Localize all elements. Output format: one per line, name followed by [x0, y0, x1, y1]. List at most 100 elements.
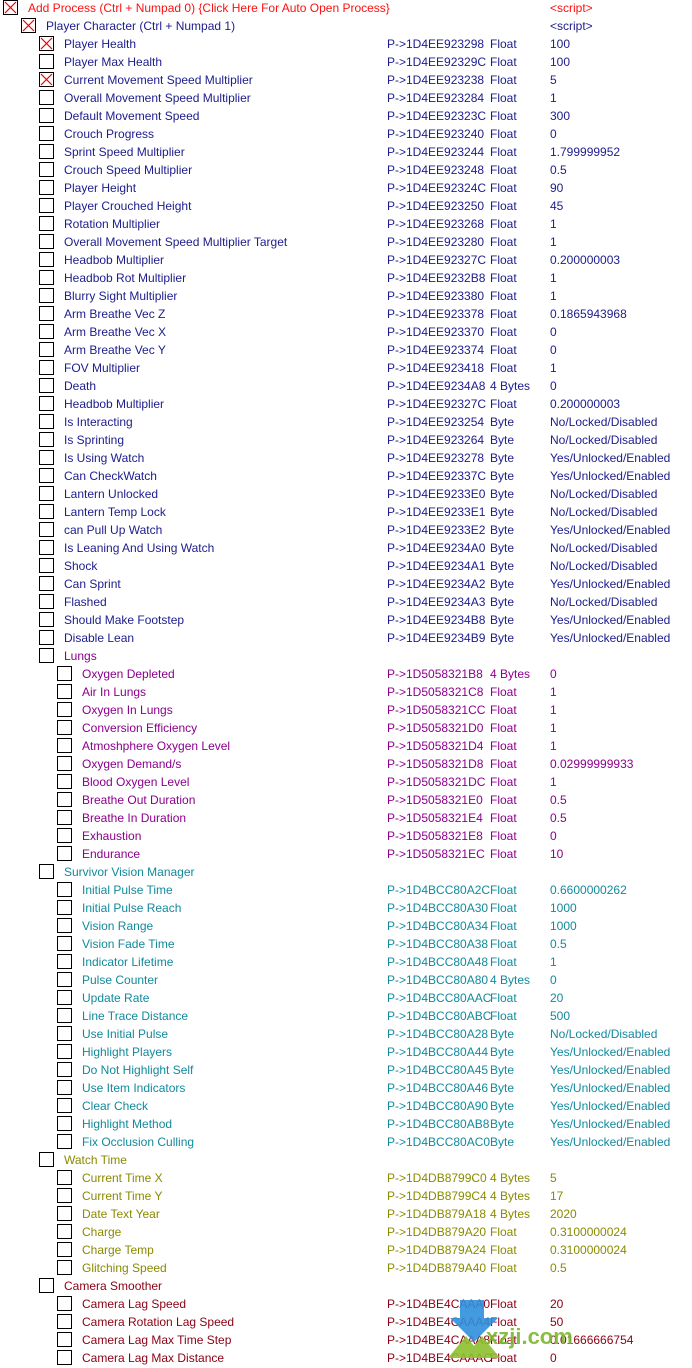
- table-row[interactable]: Highlight Players P->1D4BCC80A44 Byte Yes/U…: [0, 1043, 692, 1061]
- table-row[interactable]: Glitching Speed P->1D4DB879A40 Float 0.5: [0, 1259, 692, 1277]
- table-row[interactable]: Camera Smoother: [0, 1277, 692, 1295]
- table-row[interactable]: Player Character (Ctrl + Numpad 1) <scrip…: [0, 17, 692, 35]
- entry-value[interactable]: 0.02999999933: [550, 755, 633, 773]
- table-row[interactable]: Oxygen Depleted P->1D5058321B8 4 Bytes 0: [0, 665, 692, 683]
- table-row[interactable]: Crouch Speed Multiplier P->1D4EE923248 Flo…: [0, 161, 692, 179]
- checkbox[interactable]: [57, 810, 72, 825]
- checkbox[interactable]: [57, 972, 72, 987]
- entry-value[interactable]: Yes/Unlocked/Enabled: [550, 1115, 670, 1133]
- entry-value[interactable]: 0.5: [550, 161, 567, 179]
- entry-value[interactable]: 1: [550, 683, 557, 701]
- table-row[interactable]: Overall Movement Speed Multiplier Target…: [0, 233, 692, 251]
- entry-value[interactable]: 0: [550, 827, 557, 845]
- entry-value[interactable]: 1000: [550, 917, 577, 935]
- entry-value[interactable]: 0.200000003: [550, 251, 620, 269]
- table-row[interactable]: Pulse Counter P->1D4BCC80A80 4 Bytes 0: [0, 971, 692, 989]
- checkbox[interactable]: [57, 1260, 72, 1275]
- checkbox[interactable]: [39, 342, 54, 357]
- entry-value[interactable]: 1: [550, 89, 557, 107]
- table-row[interactable]: Disable Lean P->1D4EE9234B9 Byte Yes/Unlock…: [0, 629, 692, 647]
- checkbox[interactable]: [39, 270, 54, 285]
- checkbox[interactable]: [57, 1242, 72, 1257]
- table-row[interactable]: Sprint Speed Multiplier P->1D4EE923244 Flo…: [0, 143, 692, 161]
- checkbox[interactable]: [57, 702, 72, 717]
- entry-value[interactable]: 0: [550, 665, 557, 683]
- entry-value[interactable]: 500: [550, 1007, 570, 1025]
- entry-value[interactable]: 100: [550, 35, 570, 53]
- checkbox[interactable]: [39, 306, 54, 321]
- entry-value[interactable]: 50: [550, 1313, 563, 1331]
- table-row[interactable]: can Pull Up Watch P->1D4EE9233E2 Byte Yes/U…: [0, 521, 692, 539]
- checkbox[interactable]: [39, 540, 54, 555]
- entry-value[interactable]: No/Locked/Disabled: [550, 557, 657, 575]
- checkbox[interactable]: [39, 612, 54, 627]
- table-row[interactable]: Vision Fade Time P->1D4BCC80A38 Float 0.5: [0, 935, 692, 953]
- checkbox[interactable]: [57, 1314, 72, 1329]
- table-row[interactable]: Camera Lag Max Time Step P->1D4BE4CAAA8 Fl…: [0, 1331, 692, 1349]
- entry-value[interactable]: No/Locked/Disabled: [550, 503, 657, 521]
- table-row[interactable]: Lungs: [0, 647, 692, 665]
- entry-value[interactable]: 20: [550, 1295, 563, 1313]
- table-row[interactable]: Survivor Vision Manager: [0, 863, 692, 881]
- checkbox[interactable]: [57, 1008, 72, 1023]
- checkbox[interactable]: [39, 324, 54, 339]
- entry-value[interactable]: Yes/Unlocked/Enabled: [550, 611, 670, 629]
- entry-value[interactable]: No/Locked/Disabled: [550, 485, 657, 503]
- entry-value[interactable]: 20: [550, 989, 563, 1007]
- entry-value[interactable]: 17: [550, 1187, 563, 1205]
- table-row[interactable]: Blood Oxygen Level P->1D5058321DC Float 1: [0, 773, 692, 791]
- checkbox[interactable]: [57, 846, 72, 861]
- entry-value[interactable]: 1: [550, 737, 557, 755]
- table-row[interactable]: Headbob Multiplier P->1D4EE92327C Float 0.2…: [0, 251, 692, 269]
- table-row[interactable]: Arm Breathe Vec Y P->1D4EE923374 Float 0: [0, 341, 692, 359]
- checkbox[interactable]: [39, 360, 54, 375]
- table-row[interactable]: Current Time Y P->1D4DB8799C4 4 Bytes 17: [0, 1187, 692, 1205]
- entry-value[interactable]: 1: [550, 215, 557, 233]
- checkbox[interactable]: [57, 1098, 72, 1113]
- entry-value[interactable]: 1: [550, 719, 557, 737]
- checkbox[interactable]: [39, 468, 54, 483]
- table-row[interactable]: Lantern Temp Lock P->1D4EE9233E1 Byte No/Lo…: [0, 503, 692, 521]
- table-row[interactable]: Is Leaning And Using Watch P->1D4EE9234A0…: [0, 539, 692, 557]
- checkbox[interactable]: [39, 576, 54, 591]
- entry-value[interactable]: Yes/Unlocked/Enabled: [550, 1061, 670, 1079]
- entry-value[interactable]: 2020: [550, 1205, 577, 1223]
- entry-value[interactable]: No/Locked/Disabled: [550, 539, 657, 557]
- table-row[interactable]: Watch Time: [0, 1151, 692, 1169]
- checkbox[interactable]: [57, 1044, 72, 1059]
- table-row[interactable]: FOV Multiplier P->1D4EE923418 Float 1: [0, 359, 692, 377]
- checkbox[interactable]: [57, 1170, 72, 1185]
- table-row[interactable]: Player Max Health P->1D4EE92329C Float 100: [0, 53, 692, 71]
- table-row[interactable]: Camera Lag Max Distance P->1D4BE4CAAAC Flo…: [0, 1349, 692, 1367]
- table-row[interactable]: Can Sprint P->1D4EE9234A2 Byte Yes/Unlocked…: [0, 575, 692, 593]
- table-row[interactable]: Breathe In Duration P->1D5058321E4 Float 0.…: [0, 809, 692, 827]
- checkbox[interactable]: [57, 1224, 72, 1239]
- checkbox[interactable]: [39, 522, 54, 537]
- table-row[interactable]: Can CheckWatch P->1D4EE92337C Byte Yes/Unlo…: [0, 467, 692, 485]
- table-row[interactable]: Death P->1D4EE9234A8 4 Bytes 0: [0, 377, 692, 395]
- checkbox[interactable]: [57, 1062, 72, 1077]
- entry-value[interactable]: Yes/Unlocked/Enabled: [550, 521, 670, 539]
- checkbox-checked[interactable]: [3, 0, 18, 15]
- table-row[interactable]: Oxygen Demand/s P->1D5058321D8 Float 0.0299…: [0, 755, 692, 773]
- entry-value[interactable]: 0.01666666754: [550, 1331, 633, 1349]
- checkbox-checked[interactable]: [21, 18, 36, 33]
- table-row[interactable]: Breathe Out Duration P->1D5058321E0 Float 0…: [0, 791, 692, 809]
- entry-value[interactable]: Yes/Unlocked/Enabled: [550, 1043, 670, 1061]
- checkbox[interactable]: [57, 1026, 72, 1041]
- checkbox[interactable]: [57, 684, 72, 699]
- entry-value[interactable]: Yes/Unlocked/Enabled: [550, 1097, 670, 1115]
- checkbox[interactable]: [39, 288, 54, 303]
- checkbox[interactable]: [57, 900, 72, 915]
- checkbox[interactable]: [39, 864, 54, 879]
- entry-value[interactable]: Yes/Unlocked/Enabled: [550, 629, 670, 647]
- entry-value[interactable]: 0.6600000262: [550, 881, 627, 899]
- table-row[interactable]: Use Initial Pulse P->1D4BCC80A28 Byte No/Lo…: [0, 1025, 692, 1043]
- table-row[interactable]: Do Not Highlight Self P->1D4BCC80A45 Byte Y…: [0, 1061, 692, 1079]
- table-row[interactable]: Is Sprinting P->1D4EE923264 Byte No/Locked/…: [0, 431, 692, 449]
- checkbox[interactable]: [57, 918, 72, 933]
- checkbox[interactable]: [57, 882, 72, 897]
- table-row[interactable]: Charge Temp P->1D4DB879A24 Float 0.31000000…: [0, 1241, 692, 1259]
- checkbox[interactable]: [39, 630, 54, 645]
- checkbox[interactable]: [57, 1350, 72, 1365]
